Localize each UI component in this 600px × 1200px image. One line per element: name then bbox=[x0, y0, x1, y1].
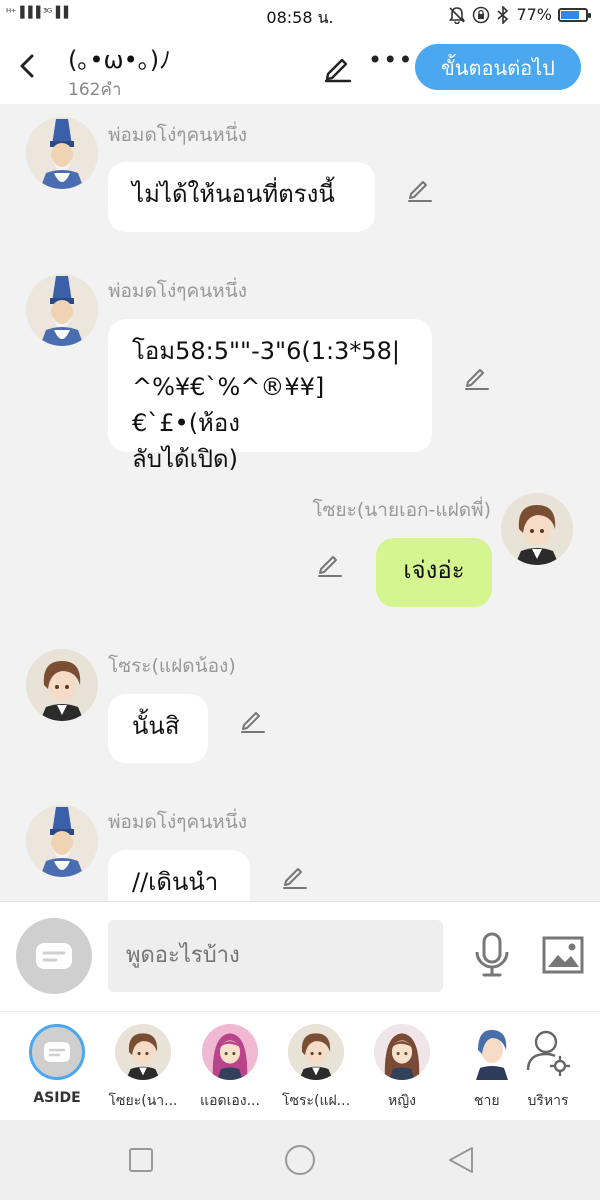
pink-hair-girl-avatar bbox=[202, 1024, 258, 1080]
back-button[interactable] bbox=[14, 50, 42, 82]
character-sora[interactable]: โซระ(แฝ... bbox=[276, 1024, 356, 1112]
message-avatar[interactable] bbox=[26, 805, 98, 877]
chevron-left-icon bbox=[20, 54, 34, 78]
bell-off-icon bbox=[449, 6, 466, 24]
message-text: //เดินนำ bbox=[132, 868, 219, 896]
edit-message-button[interactable] bbox=[281, 862, 309, 890]
rotation-lock-icon bbox=[473, 6, 490, 23]
pencil-icon bbox=[283, 868, 307, 889]
character-admin[interactable]: แอดเอง... bbox=[190, 1024, 270, 1112]
message-bubble[interactable]: เจ่งอ่ะ bbox=[376, 538, 492, 607]
message-text-line: ^%¥€`%^®¥¥]€`£•(ห้อง bbox=[132, 373, 325, 437]
character-label: โซยะ(นา... bbox=[108, 1093, 178, 1109]
message-bubble[interactable]: นั้นสิ bbox=[108, 694, 208, 763]
word-count: 162คำ bbox=[68, 80, 122, 100]
back-nav-button[interactable] bbox=[447, 1145, 475, 1179]
battery-icon bbox=[558, 7, 591, 22]
circle-icon bbox=[285, 1145, 315, 1175]
message-text-line: โอม58:5""-3"6(1:3*58| bbox=[132, 337, 400, 365]
edit-message-button[interactable] bbox=[463, 363, 491, 391]
microphone-button[interactable] bbox=[472, 932, 512, 978]
message-bubble[interactable]: //เดินนำ bbox=[108, 850, 250, 901]
message-avatar[interactable] bbox=[26, 117, 98, 189]
message-text: ไม่ได้ให้นอนที่ตรงนี้ bbox=[132, 180, 335, 208]
message-input[interactable] bbox=[108, 920, 443, 992]
pencil-icon bbox=[241, 712, 265, 733]
top-bar: (｡•ω•｡)ﾉ 162คำ ••• ขั้นตอนต่อไป bbox=[0, 32, 600, 104]
aside-icon bbox=[29, 1024, 85, 1080]
brown-hair-boy-avatar bbox=[26, 649, 98, 721]
recent-apps-button[interactable] bbox=[128, 1147, 154, 1177]
character-label: โซระ(แฝ... bbox=[281, 1093, 351, 1109]
pencil-icon bbox=[318, 556, 342, 577]
next-step-button[interactable]: ขั้นตอนต่อไป bbox=[415, 44, 581, 90]
brown-hair-boy-avatar bbox=[115, 1024, 171, 1080]
edit-message-button[interactable] bbox=[406, 175, 434, 203]
edit-message-button[interactable] bbox=[316, 550, 344, 578]
chat-area[interactable]: พ่อมดโง่ๆคนหนึ่ง ไม่ได้ให้นอนที่ตรงนี้ พ… bbox=[0, 104, 600, 901]
more-options-button[interactable]: ••• bbox=[368, 46, 413, 74]
message-bubble[interactable]: ไม่ได้ให้นอนที่ตรงนี้ bbox=[108, 162, 375, 232]
character-label: ASIDE bbox=[33, 1090, 81, 1106]
manage-characters-icon bbox=[520, 1024, 576, 1080]
square-icon bbox=[129, 1148, 153, 1172]
message-sender: พ่อมดโง่ๆคนหนึ่ง bbox=[108, 124, 247, 146]
home-button[interactable] bbox=[284, 1144, 316, 1180]
message-sender: พ่อมดโง่ๆคนหนึ่ง bbox=[108, 280, 247, 302]
message-bubble[interactable]: โอม58:5""-3"6(1:3*58| ^%¥€`%^®¥¥]€`£•(ห้… bbox=[108, 319, 432, 473]
edit-title-button[interactable] bbox=[322, 52, 354, 84]
character-female[interactable]: หญิง bbox=[362, 1024, 442, 1112]
message-text: นั้นสิ bbox=[132, 712, 180, 740]
message-avatar[interactable] bbox=[26, 649, 98, 721]
old-wizard-avatar bbox=[26, 117, 98, 189]
pencil-icon bbox=[465, 369, 489, 390]
character-aside[interactable]: ASIDE bbox=[17, 1024, 97, 1106]
character-label: แอดเอง... bbox=[200, 1093, 260, 1109]
battery-percent: 77% bbox=[516, 5, 552, 24]
message-text: เจ่งอ่ะ bbox=[403, 556, 465, 584]
system-nav-bar bbox=[0, 1120, 600, 1200]
character-bar: ASIDE โซยะ(นา... แอดเอง... โซระ(แฝ... หญ… bbox=[0, 1011, 600, 1120]
brown-hair-boy-avatar bbox=[501, 493, 573, 565]
story-title: (｡•ω•｡)ﾉ bbox=[68, 46, 172, 74]
edit-message-button[interactable] bbox=[239, 706, 267, 734]
message-avatar[interactable] bbox=[26, 274, 98, 346]
pencil-icon bbox=[408, 181, 432, 202]
triangle-back-icon bbox=[449, 1147, 473, 1173]
character-label: บริหาร bbox=[527, 1093, 569, 1109]
old-wizard-avatar bbox=[26, 274, 98, 346]
message-sender: โซระ(แฝดน้อง) bbox=[108, 655, 236, 677]
character-label: หญิง bbox=[388, 1093, 416, 1109]
brown-hair-girl-avatar bbox=[374, 1024, 430, 1080]
message-sender: โซยะ(นายเอก-แฝดพี่) bbox=[312, 499, 491, 521]
brown-hair-boy-avatar bbox=[288, 1024, 344, 1080]
message-avatar[interactable] bbox=[501, 493, 573, 565]
bluetooth-icon bbox=[497, 5, 509, 24]
composer-bar bbox=[0, 901, 600, 1011]
status-icons: 77% bbox=[448, 5, 591, 24]
character-soya[interactable]: โซยะ(นา... bbox=[103, 1024, 183, 1112]
brown-hair-boy-avatar bbox=[115, 1024, 171, 1080]
image-icon bbox=[542, 936, 584, 974]
aside-icon bbox=[36, 943, 72, 969]
status-bar: ᴴ⁺▐▐▐ ³ᴳ▐▐ 08:58 น. 77% bbox=[0, 0, 600, 32]
manage-characters-button[interactable]: บริหาร bbox=[508, 1024, 588, 1112]
insert-image-button[interactable] bbox=[542, 936, 584, 974]
message-text-line: ลับได้เปิด) bbox=[132, 445, 238, 473]
brown-hair-boy-avatar bbox=[288, 1024, 344, 1080]
pencil-icon bbox=[324, 58, 352, 83]
old-wizard-avatar bbox=[26, 805, 98, 877]
aside-toggle-button[interactable] bbox=[16, 918, 92, 994]
blue-hair-boy-avatar bbox=[466, 1024, 510, 1080]
microphone-icon bbox=[475, 932, 509, 977]
message-sender: พ่อมดโง่ๆคนหนึ่ง bbox=[108, 811, 247, 833]
